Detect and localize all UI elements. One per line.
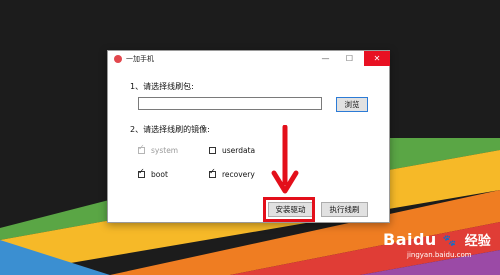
paw-icon: 🐾: [442, 234, 457, 247]
minimize-button[interactable]: —: [314, 51, 337, 66]
checkmark-icon: ✓: [138, 143, 145, 152]
checkmark-icon: ✓: [209, 167, 216, 176]
checkbox-label: boot: [151, 170, 168, 179]
close-button[interactable]: ✕: [364, 51, 390, 66]
checkbox-box: ✓: [138, 167, 145, 178]
checkmark-icon: ✓: [138, 167, 145, 176]
baidu-jingyan-watermark: Baidu 🐾 经验 jingyan.baidu.com: [383, 230, 491, 259]
watermark-url: jingyan.baidu.com: [407, 251, 472, 259]
recovery-checkbox[interactable]: ✓ recovery: [209, 167, 255, 179]
browse-button[interactable]: 浏览: [336, 97, 368, 112]
red-arrow-annotation: [271, 125, 299, 194]
maximize-button[interactable]: ☐: [338, 51, 361, 66]
app-logo-icon: [114, 55, 122, 63]
package-label: 1、请选择线刷包:: [130, 82, 194, 91]
boot-checkbox[interactable]: ✓ boot: [138, 167, 168, 179]
watermark-brand: Baidu: [383, 230, 437, 249]
title-bar[interactable]: 一加手机 — ☐ ✕: [108, 51, 390, 68]
checkbox-box: ✓: [138, 143, 145, 154]
checkbox-label: system: [151, 146, 179, 155]
checkbox-box: [209, 147, 216, 154]
package-path-input[interactable]: [138, 97, 322, 110]
checkbox-label: userdata: [222, 146, 256, 155]
install-driver-highlight-box: [263, 197, 315, 222]
flash-button[interactable]: 执行线刷: [321, 202, 368, 217]
checkbox-label: recovery: [222, 170, 255, 179]
watermark-cn: 经验: [464, 234, 491, 249]
checkbox-box: ✓: [209, 167, 216, 178]
system-checkbox[interactable]: ✓ system: [138, 143, 179, 155]
app-window: 一加手机 — ☐ ✕ 1、请选择线刷包: 浏览 2、请选择线刷的镜像: ✓ sy…: [107, 50, 390, 223]
userdata-checkbox[interactable]: userdata: [209, 146, 255, 155]
image-select-label: 2、请选择线刷的镜像:: [130, 125, 210, 134]
window-title: 一加手机: [126, 55, 154, 63]
